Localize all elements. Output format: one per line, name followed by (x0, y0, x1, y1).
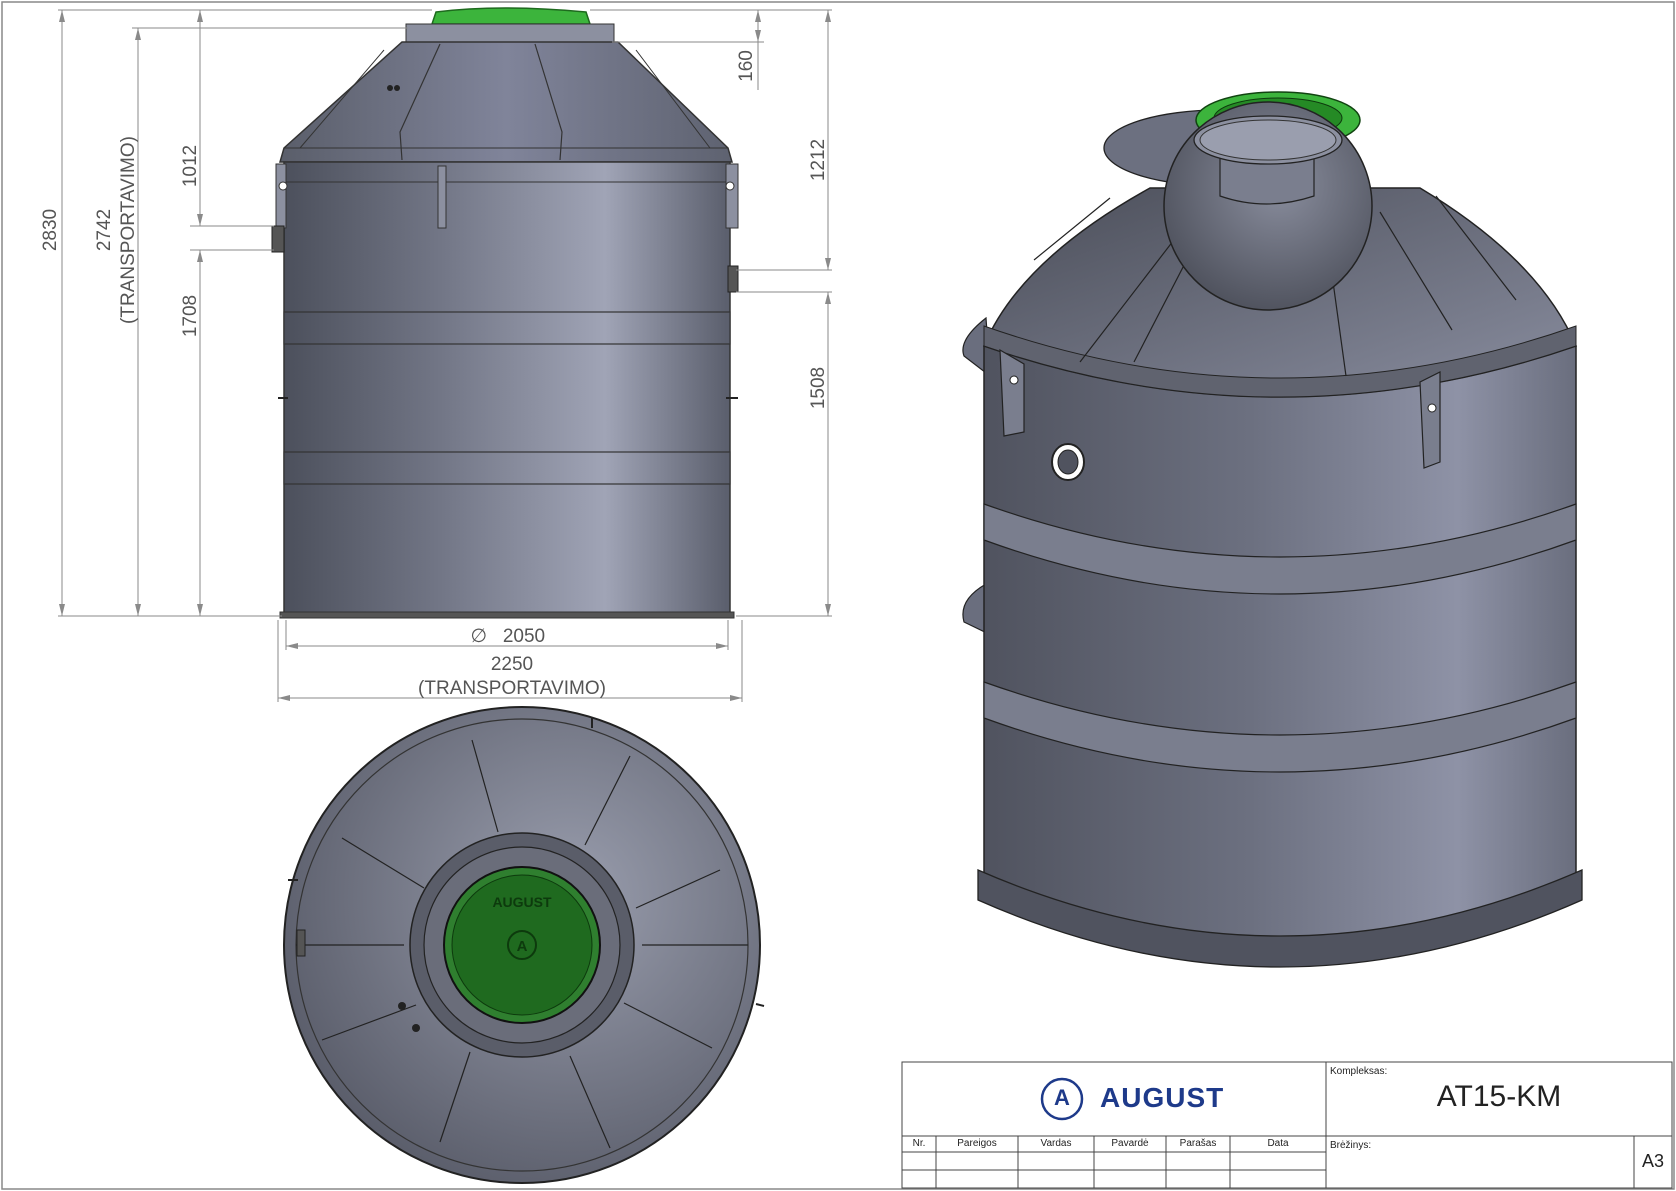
iso-lifting-lug (999, 348, 1025, 437)
dim-transport-height: 2742 (94, 209, 115, 251)
kompleksas-label: Kompleksas: (1330, 1066, 1388, 1077)
dim-outlet-to-top: 1212 (808, 139, 829, 181)
dim-diameter: 2050 (503, 626, 545, 647)
dim-inlet-to-top: 1012 (180, 145, 201, 187)
conical-roof (279, 41, 733, 163)
dim-transport-width: 2250 (491, 654, 533, 675)
sheet-size: A3 (1641, 1151, 1665, 1171)
dim-transport-height-note: (TRANSPORTAVIMO) (118, 136, 139, 324)
column-header-pareigos: Pareigos (957, 1138, 997, 1149)
column-header-parasas: Parašas (1179, 1138, 1217, 1149)
isometric-view (962, 91, 1583, 968)
reinforcement-rib (283, 451, 731, 485)
front-elevation-view (271, 7, 739, 619)
kompleksas-value: AT15-KM (1436, 1080, 1562, 1113)
diameter-symbol: ∅ (470, 626, 487, 647)
dim-transport-width-note: (TRANSPORTAVIMO) (418, 678, 606, 699)
reinforcement-rib (283, 311, 731, 345)
top-view: AUGUST A (283, 706, 765, 1184)
dim-overall-height: 2830 (40, 209, 61, 251)
dim-inlet-height: 1708 (180, 295, 201, 337)
tank-body (283, 161, 731, 618)
lifting-lug (725, 163, 739, 229)
technical-drawing: 2830 2742 (TRANSPORTAVIMO) 1012 1708 160… (1, 1, 1675, 1190)
dim-outlet-height: 1508 (808, 367, 829, 409)
lifting-lug (275, 163, 287, 229)
iso-lifting-lug (1419, 371, 1441, 469)
august-logo-letter: A (1054, 1085, 1070, 1110)
iso-tank-body (983, 345, 1577, 941)
cover-brand-text: AUGUST (492, 894, 552, 910)
green-lid (430, 7, 592, 25)
inlet-pipe (271, 225, 285, 253)
brezinys-label: Brėžinys: (1330, 1140, 1372, 1151)
company-name: AUGUST (1100, 1082, 1225, 1113)
dim-neck: 160 (736, 50, 757, 82)
cover-logo-letter: A (517, 938, 528, 955)
column-header-nr: Nr. (912, 1138, 926, 1149)
column-header-vardas: Vardas (1040, 1138, 1072, 1149)
lid-collar (405, 23, 615, 43)
column-header-pavarde: Pavardė (1111, 1138, 1149, 1149)
column-header-data: Data (1267, 1138, 1289, 1149)
